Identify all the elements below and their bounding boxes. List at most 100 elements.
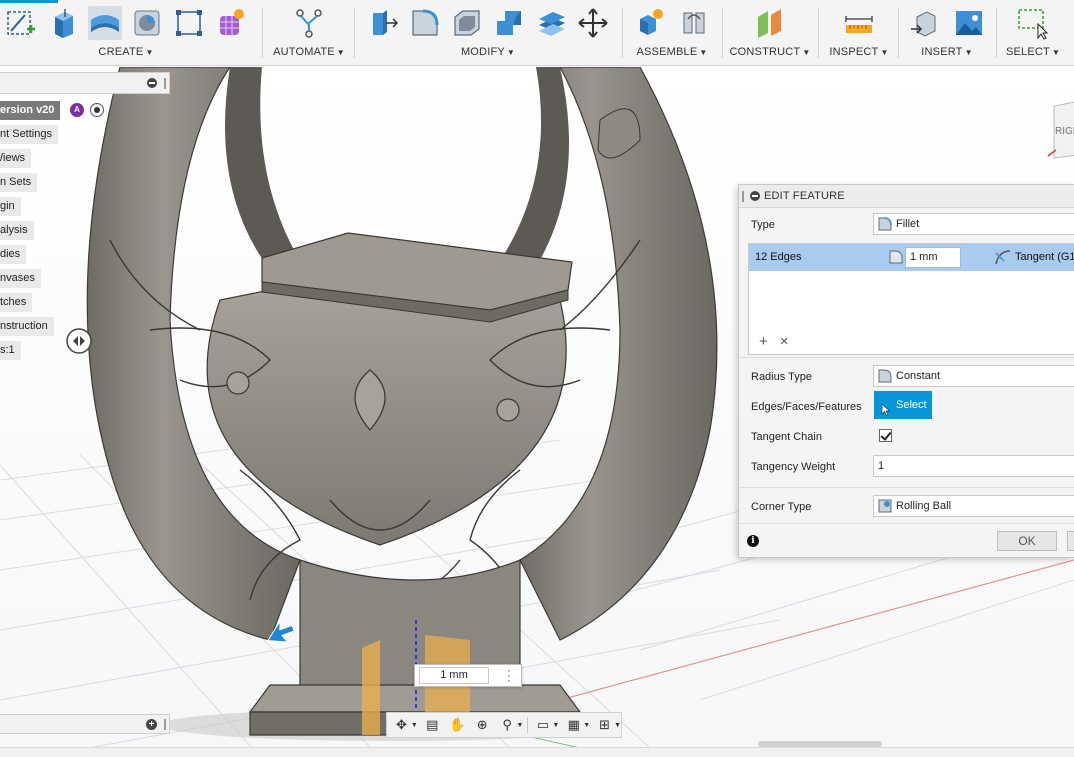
canvas-radius-input[interactable]: 1 mm [419, 667, 489, 684]
display-settings-icon[interactable]: ▭ [532, 715, 553, 735]
orbit-icon[interactable]: ✥ [391, 715, 412, 735]
zoom-window-icon[interactable]: ⚲ [497, 715, 518, 735]
select-menu[interactable]: SELECT ▼ [1000, 46, 1066, 58]
ok-button[interactable]: OK [997, 531, 1057, 551]
comments-resize-handle[interactable] [164, 719, 166, 730]
browser-item[interactable]: dies [0, 245, 27, 264]
browser-item[interactable]: nt Settings [0, 125, 58, 144]
automate-menu[interactable]: AUTOMATE ▼ [266, 46, 352, 58]
active-badge-icon: A [70, 103, 84, 117]
browser-panel: ersion v20 A nt Settings /iews n Sets gi… [0, 72, 172, 372]
continuity-select[interactable]: Tangent (G1 [1015, 251, 1074, 263]
create-sketch-icon[interactable] [4, 6, 38, 40]
construct-group: CONSTRUCT ▼ [726, 0, 814, 66]
collapse-browser-icon[interactable] [147, 78, 157, 88]
offset-face-icon[interactable] [534, 6, 568, 40]
canvas-radius-input-box: 1 mm · · · [414, 664, 522, 687]
browser-item[interactable]: nstruction [0, 317, 54, 336]
cancel-button[interactable] [1067, 531, 1074, 551]
window-select-icon[interactable] [1016, 6, 1050, 40]
view-cube-graphic[interactable]: Z RIGH X [1034, 89, 1074, 170]
activate-radio-icon[interactable] [90, 103, 104, 117]
insert-canvas-icon[interactable] [952, 6, 986, 40]
inspect-group: INSPECT ▼ [822, 0, 896, 66]
press-pull-icon[interactable] [366, 6, 400, 40]
extrude-icon[interactable] [46, 6, 80, 40]
measure-icon[interactable] [842, 6, 876, 40]
add-edge-set-icon[interactable]: + [759, 333, 768, 350]
insert-menu[interactable]: INSERT ▼ [902, 46, 992, 58]
dialog-drag-handle[interactable] [742, 191, 744, 202]
corner-type-value: Rolling Ball [896, 500, 952, 512]
edge-set-row[interactable]: 12 Edges 1 mm Tangent (G1 [749, 244, 1074, 271]
assemble-menu[interactable]: ASSEMBLE ▼ [626, 46, 718, 58]
form-icon[interactable] [214, 6, 248, 40]
radius-input[interactable]: 1 mm [905, 247, 961, 268]
type-label: Type [751, 219, 775, 231]
constant-radius-icon [878, 369, 892, 390]
tangent-chain-checkbox[interactable] [879, 429, 892, 442]
select-edges-button[interactable]: Select [874, 391, 932, 419]
add-comment-icon[interactable]: + [146, 719, 157, 730]
browser-item[interactable]: tches [0, 293, 33, 312]
inspect-menu[interactable]: INSPECT ▼ [822, 46, 896, 58]
offset-plane-icon[interactable] [753, 6, 787, 40]
fillet-icon[interactable] [408, 6, 442, 40]
look-at-icon[interactable]: ▤ [422, 715, 443, 735]
main-toolbar: CREATE ▼ AUTOMATE ▼ MODIFY ▼ ASSEMBLE ▼ … [0, 0, 1074, 66]
browser-item[interactable]: gin [0, 197, 21, 216]
browser-item[interactable]: n Sets [0, 173, 38, 192]
revolve-icon[interactable] [88, 6, 122, 40]
browser-item[interactable]: s:1 [0, 341, 21, 360]
edges-faces-features-label: Edges/Faces/Features [751, 401, 862, 413]
remove-edge-set-icon[interactable]: × [780, 333, 789, 350]
left-gem [226, 371, 250, 395]
combine-icon[interactable] [492, 6, 526, 40]
hole-icon[interactable] [130, 6, 164, 40]
move-icon[interactable] [576, 6, 610, 40]
automate-group: AUTOMATE ▼ [266, 0, 352, 66]
info-icon[interactable]: i [747, 535, 759, 547]
rectangular-pattern-icon[interactable] [172, 6, 206, 40]
automate-icon[interactable] [292, 6, 326, 40]
tangency-weight-label: Tangency Weight [751, 461, 836, 473]
shell-icon[interactable] [450, 6, 484, 40]
new-component-icon[interactable] [633, 6, 667, 40]
navigation-bar: ✥ ▼ ▤ ✋ ⊕ ⚲ ▼ ▭ ▼ ▦ ▼ ⊞ ▼ [386, 712, 622, 738]
select-button-label: Select [896, 399, 927, 411]
manipulator-plane-left [362, 640, 380, 735]
viewports-icon[interactable]: ⊞ [594, 715, 615, 735]
construct-menu[interactable]: CONSTRUCT ▼ [726, 46, 814, 58]
corner-type-select[interactable]: Rolling Ball [873, 495, 1074, 517]
insert-derive-icon[interactable] [908, 6, 942, 40]
insert-label: INSERT [921, 46, 963, 58]
comments-panel-bar: + [0, 714, 170, 734]
fillet-type-icon [878, 217, 892, 238]
inspect-label: INSPECT [829, 46, 879, 58]
view-cube[interactable]: Z RIGH X [1034, 89, 1074, 161]
browser-item[interactable]: alysis [0, 221, 34, 240]
browser-resize-handle[interactable] [164, 78, 166, 89]
browser-root-label: ersion v20 [0, 104, 55, 116]
cursor-icon [881, 399, 891, 427]
tangent-continuity-icon [995, 249, 1011, 268]
modify-menu[interactable]: MODIFY ▼ [362, 46, 614, 58]
select-label: SELECT [1005, 46, 1050, 58]
browser-root-node[interactable]: ersion v20 [0, 101, 61, 120]
radius-type-select[interactable]: Constant [873, 365, 1074, 387]
type-select[interactable]: Fillet [873, 213, 1074, 235]
joint-icon[interactable] [677, 6, 711, 40]
tangency-weight-input[interactable]: 1 [873, 455, 1074, 477]
more-options-icon[interactable]: · · · [507, 664, 511, 686]
grid-snaps-icon[interactable]: ▦ [563, 715, 584, 735]
edges-count: 12 Edges [755, 251, 802, 263]
zoom-icon[interactable]: ⊕ [472, 715, 493, 735]
browser-item[interactable]: nvases [0, 269, 41, 288]
browser-item-label: dies [0, 248, 21, 260]
pan-icon[interactable]: ✋ [447, 715, 468, 735]
create-menu[interactable]: CREATE ▼ [0, 46, 252, 58]
browser-header [0, 72, 170, 94]
browser-item-label: n Sets [0, 176, 32, 188]
collapse-dialog-icon[interactable] [750, 191, 760, 201]
browser-item[interactable]: /iews [0, 149, 32, 168]
